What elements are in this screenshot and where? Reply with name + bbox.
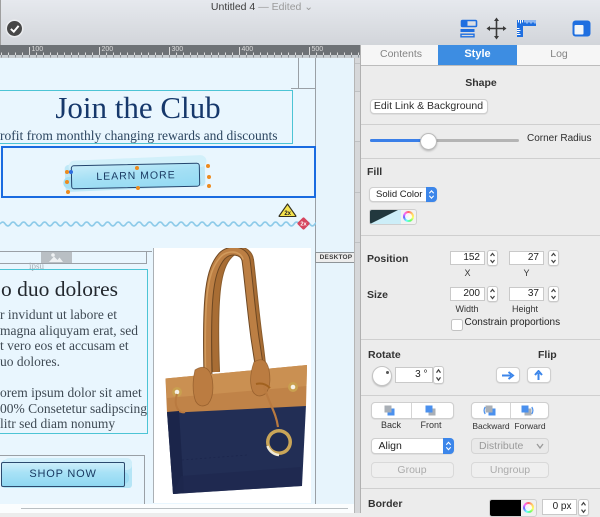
svg-text:2x: 2x [300, 221, 307, 227]
svg-text:2x: 2x [284, 211, 291, 217]
